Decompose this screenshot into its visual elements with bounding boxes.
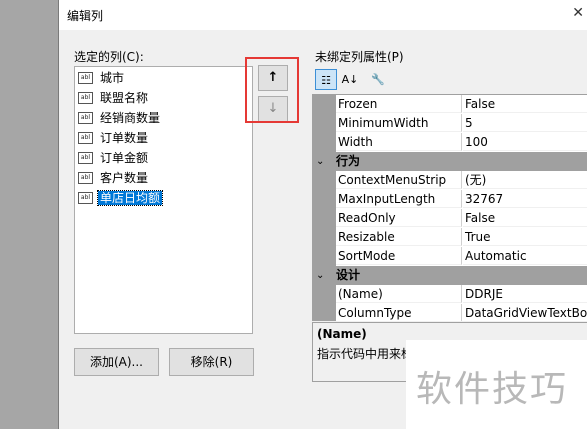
row-gutter [312,133,336,152]
row-gutter [312,171,336,190]
property-name: (Name) [336,285,462,303]
row-gutter [312,95,336,114]
property-row[interactable]: MinimumWidth 5 [312,114,587,133]
list-item[interactable]: abl 订单数量 [78,129,150,148]
property-row[interactable]: ReadOnly False [312,209,587,228]
selected-columns-list[interactable]: abl 城市 abl 联盟名称 abl 经销商数量 abl 订单数量 abl 订单金额 abl 客户数… [74,66,253,334]
textbox-column-icon: abl [78,151,93,164]
property-value[interactable]: DDRJE [463,285,587,303]
property-row[interactable]: ColumnType DataGridViewTextBox [312,304,587,321]
property-row[interactable]: ContextMenuStrip (无) [312,171,587,190]
row-gutter [312,190,336,209]
property-name: MinimumWidth [336,114,462,132]
description-title: (Name) [317,327,367,341]
textbox-column-icon: abl [78,171,93,184]
row-gutter [312,228,336,247]
list-item-label: 经销商数量 [100,111,161,125]
property-row[interactable]: Width 100 [312,133,587,152]
properties-label: 未绑定列属性(P) [315,50,404,64]
collapse-chevron-icon[interactable]: ⌄ [316,152,324,171]
property-value[interactable]: True [463,228,587,246]
property-name: Width [336,133,462,151]
textbox-column-icon: abl [78,131,93,144]
property-category[interactable]: ⌄ 行为 [312,152,587,171]
property-name: MaxInputLength [336,190,462,208]
property-value[interactable]: 100 [463,133,587,151]
property-value[interactable]: False [463,95,587,113]
highlight-box [245,57,299,123]
property-name: ContextMenuStrip [336,171,462,189]
list-item-label: 单店日均额 [96,190,164,206]
list-item-label: 订单数量 [100,131,149,145]
property-row[interactable]: Resizable True [312,228,587,247]
category-label: 行为 [336,154,361,168]
title-bar: 编辑列 ✕ [59,0,587,30]
property-row[interactable]: (Name) DDRJE [312,285,587,304]
property-value[interactable]: (无) [463,171,587,189]
property-value[interactable]: DataGridViewTextBox [463,304,587,321]
list-item[interactable]: abl 经销商数量 [78,109,162,128]
property-name: Frozen [336,95,462,113]
row-gutter [312,114,336,133]
list-item-label: 城市 [100,71,125,85]
textbox-column-icon: abl [78,111,93,124]
row-gutter [312,304,336,321]
dialog-title: 编辑列 [67,9,104,23]
property-name: SortMode [336,247,462,265]
textbox-column-icon: abl [78,191,93,204]
property-value[interactable]: Automatic [463,247,587,265]
property-row[interactable]: MaxInputLength 32767 [312,190,587,209]
property-row[interactable]: Frozen False [312,95,587,114]
property-name: ColumnType [336,304,462,321]
list-item-label: 客户数量 [100,171,149,185]
textbox-column-icon: abl [78,91,93,104]
alphabetical-sort-icon[interactable]: A↓ [339,69,361,90]
add-button[interactable]: 添加(A)... [74,348,159,376]
row-gutter [312,247,336,266]
properties-toolbar: ☷ A↓ 🔧 [312,68,587,92]
property-name: Resizable [336,228,462,246]
property-value[interactable]: 5 [463,114,587,132]
category-label: 设计 [336,268,361,282]
property-row[interactable]: SortMode Automatic [312,247,587,266]
list-item[interactable]: abl 单店日均额 [78,189,164,208]
watermark-text: 软件技巧 [416,369,569,410]
property-value[interactable]: 32767 [463,190,587,208]
close-icon[interactable]: ✕ [572,5,584,21]
description-text: 指示代码中用来标 [317,347,414,361]
textbox-column-icon: abl [78,71,93,84]
list-item[interactable]: abl 客户数量 [78,169,150,188]
property-pages-wrench-icon[interactable]: 🔧 [367,69,389,90]
row-gutter [312,209,336,228]
remove-button[interactable]: 移除(R) [169,348,254,376]
property-grid[interactable]: Frozen False MinimumWidth 5 Width 100 ⌄ 行为 Conte… [312,94,587,321]
background-window-strip [0,0,58,429]
property-name: ReadOnly [336,209,462,227]
list-item[interactable]: abl 城市 [78,69,126,88]
property-category[interactable]: ⌄ 设计 [312,266,587,285]
categorized-view-icon[interactable]: ☷ [315,69,337,90]
collapse-chevron-icon[interactable]: ⌄ [316,266,324,285]
row-gutter [312,285,336,304]
list-item-label: 联盟名称 [100,91,149,105]
list-item-label: 订单金额 [100,151,149,165]
selected-columns-label: 选定的列(C): [74,50,144,64]
list-item[interactable]: abl 联盟名称 [78,89,150,108]
property-value[interactable]: False [463,209,587,227]
list-item[interactable]: abl 订单金额 [78,149,150,168]
